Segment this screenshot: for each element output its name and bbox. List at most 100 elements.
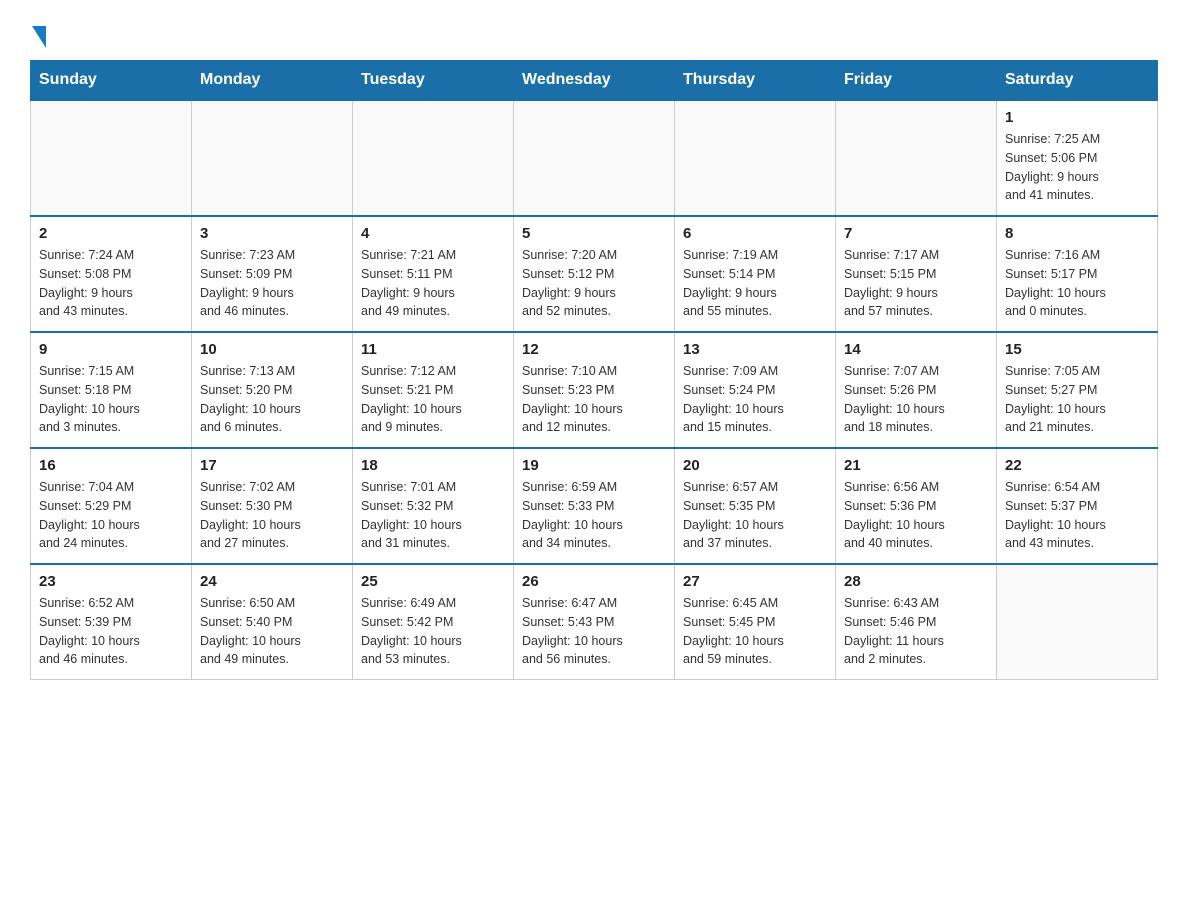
- day-header-friday: Friday: [836, 61, 997, 101]
- day-info: Sunrise: 7:23 AM Sunset: 5:09 PM Dayligh…: [200, 246, 344, 321]
- calendar-cell: 19 Sunrise: 6:59 AM Sunset: 5:33 PM Dayli…: [514, 448, 675, 564]
- calendar-cell: [31, 100, 192, 216]
- day-info: Sunrise: 7:24 AM Sunset: 5:08 PM Dayligh…: [39, 246, 183, 321]
- calendar-cell: 2 Sunrise: 7:24 AM Sunset: 5:08 PM Daylig…: [31, 216, 192, 332]
- day-info: Sunrise: 6:56 AM Sunset: 5:36 PM Dayligh…: [844, 478, 988, 553]
- day-header-monday: Monday: [192, 61, 353, 101]
- calendar-cell: 6 Sunrise: 7:19 AM Sunset: 5:14 PM Daylig…: [675, 216, 836, 332]
- calendar-cell: [836, 100, 997, 216]
- calendar-cell: 21 Sunrise: 6:56 AM Sunset: 5:36 PM Dayli…: [836, 448, 997, 564]
- page-header: [30, 20, 1158, 40]
- calendar-table: SundayMondayTuesdayWednesdayThursdayFrid…: [30, 60, 1158, 680]
- calendar-cell: 5 Sunrise: 7:20 AM Sunset: 5:12 PM Daylig…: [514, 216, 675, 332]
- week-row-5: 23Sunrise: 6:52 AM Sunset: 5:39 PM Dayli…: [31, 564, 1158, 680]
- day-header-sunday: Sunday: [31, 61, 192, 101]
- day-header-thursday: Thursday: [675, 61, 836, 101]
- day-number: 20: [683, 457, 827, 474]
- day-header-tuesday: Tuesday: [353, 61, 514, 101]
- day-number: 3: [200, 225, 344, 242]
- day-number: 9: [39, 341, 183, 358]
- day-info: Sunrise: 6:59 AM Sunset: 5:33 PM Dayligh…: [522, 478, 666, 553]
- day-info: Sunrise: 6:50 AM Sunset: 5:40 PM Dayligh…: [200, 594, 344, 669]
- day-info: Sunrise: 6:52 AM Sunset: 5:39 PM Dayligh…: [39, 594, 183, 669]
- day-info: Sunrise: 7:04 AM Sunset: 5:29 PM Dayligh…: [39, 478, 183, 553]
- day-number: 12: [522, 341, 666, 358]
- day-info: Sunrise: 7:17 AM Sunset: 5:15 PM Dayligh…: [844, 246, 988, 321]
- day-info: Sunrise: 7:13 AM Sunset: 5:20 PM Dayligh…: [200, 362, 344, 437]
- day-number: 1: [1005, 109, 1149, 126]
- day-number: 18: [361, 457, 505, 474]
- day-info: Sunrise: 7:15 AM Sunset: 5:18 PM Dayligh…: [39, 362, 183, 437]
- day-info: Sunrise: 6:57 AM Sunset: 5:35 PM Dayligh…: [683, 478, 827, 553]
- logo: [30, 20, 46, 40]
- week-row-3: 9 Sunrise: 7:15 AM Sunset: 5:18 PM Daylig…: [31, 332, 1158, 448]
- calendar-cell: 14 Sunrise: 7:07 AM Sunset: 5:26 PM Dayli…: [836, 332, 997, 448]
- day-info: Sunrise: 7:19 AM Sunset: 5:14 PM Dayligh…: [683, 246, 827, 321]
- calendar-cell: 20 Sunrise: 6:57 AM Sunset: 5:35 PM Dayli…: [675, 448, 836, 564]
- calendar-cell: 8 Sunrise: 7:16 AM Sunset: 5:17 PM Daylig…: [997, 216, 1158, 332]
- day-info: Sunrise: 7:20 AM Sunset: 5:12 PM Dayligh…: [522, 246, 666, 321]
- day-info: Sunrise: 6:45 AM Sunset: 5:45 PM Dayligh…: [683, 594, 827, 669]
- calendar-cell: 7 Sunrise: 7:17 AM Sunset: 5:15 PM Daylig…: [836, 216, 997, 332]
- day-number: 8: [1005, 225, 1149, 242]
- week-row-2: 2 Sunrise: 7:24 AM Sunset: 5:08 PM Daylig…: [31, 216, 1158, 332]
- calendar-cell: 27 Sunrise: 6:45 AM Sunset: 5:45 PM Dayli…: [675, 564, 836, 680]
- day-info: Sunrise: 6:43 AM Sunset: 5:46 PM Dayligh…: [844, 594, 988, 669]
- calendar-cell: 9 Sunrise: 7:15 AM Sunset: 5:18 PM Daylig…: [31, 332, 192, 448]
- calendar-cell: 16 Sunrise: 7:04 AM Sunset: 5:29 PM Dayli…: [31, 448, 192, 564]
- day-info: Sunrise: 7:01 AM Sunset: 5:32 PM Dayligh…: [361, 478, 505, 553]
- calendar-cell: 28 Sunrise: 6:43 AM Sunset: 5:46 PM Dayli…: [836, 564, 997, 680]
- day-info: Sunrise: 7:09 AM Sunset: 5:24 PM Dayligh…: [683, 362, 827, 437]
- day-number: 2: [39, 225, 183, 242]
- day-number: 10: [200, 341, 344, 358]
- day-header-wednesday: Wednesday: [514, 61, 675, 101]
- day-number: 15: [1005, 341, 1149, 358]
- day-info: Sunrise: 7:21 AM Sunset: 5:11 PM Dayligh…: [361, 246, 505, 321]
- week-row-1: 1Sunrise: 7:25 AM Sunset: 5:06 PM Daylig…: [31, 100, 1158, 216]
- calendar-cell: 11Sunrise: 7:12 AM Sunset: 5:21 PM Dayli…: [353, 332, 514, 448]
- day-number: 26: [522, 573, 666, 590]
- calendar-cell: 4 Sunrise: 7:21 AM Sunset: 5:11 PM Daylig…: [353, 216, 514, 332]
- day-info: Sunrise: 7:10 AM Sunset: 5:23 PM Dayligh…: [522, 362, 666, 437]
- day-number: 4: [361, 225, 505, 242]
- day-number: 21: [844, 457, 988, 474]
- calendar-cell: 24 Sunrise: 6:50 AM Sunset: 5:40 PM Dayli…: [192, 564, 353, 680]
- day-number: 7: [844, 225, 988, 242]
- calendar-cell: 10 Sunrise: 7:13 AM Sunset: 5:20 PM Dayli…: [192, 332, 353, 448]
- calendar-cell: 12 Sunrise: 7:10 AM Sunset: 5:23 PM Dayli…: [514, 332, 675, 448]
- day-number: 27: [683, 573, 827, 590]
- day-number: 11: [361, 341, 505, 358]
- day-number: 13: [683, 341, 827, 358]
- day-number: 24: [200, 573, 344, 590]
- day-info: Sunrise: 7:02 AM Sunset: 5:30 PM Dayligh…: [200, 478, 344, 553]
- day-number: 16: [39, 457, 183, 474]
- calendar-cell: 25Sunrise: 6:49 AM Sunset: 5:42 PM Dayli…: [353, 564, 514, 680]
- calendar-cell: 18 Sunrise: 7:01 AM Sunset: 5:32 PM Dayli…: [353, 448, 514, 564]
- week-row-4: 16 Sunrise: 7:04 AM Sunset: 5:29 PM Dayli…: [31, 448, 1158, 564]
- day-info: Sunrise: 6:47 AM Sunset: 5:43 PM Dayligh…: [522, 594, 666, 669]
- day-number: 22: [1005, 457, 1149, 474]
- day-info: Sunrise: 7:05 AM Sunset: 5:27 PM Dayligh…: [1005, 362, 1149, 437]
- logo-arrow-icon: [32, 26, 46, 48]
- day-info: Sunrise: 7:16 AM Sunset: 5:17 PM Dayligh…: [1005, 246, 1149, 321]
- day-number: 19: [522, 457, 666, 474]
- calendar-cell: 1Sunrise: 7:25 AM Sunset: 5:06 PM Daylig…: [997, 100, 1158, 216]
- day-number: 5: [522, 225, 666, 242]
- calendar-cell: 3 Sunrise: 7:23 AM Sunset: 5:09 PM Daylig…: [192, 216, 353, 332]
- day-header-saturday: Saturday: [997, 61, 1158, 101]
- calendar-cell: [997, 564, 1158, 680]
- day-info: Sunrise: 7:07 AM Sunset: 5:26 PM Dayligh…: [844, 362, 988, 437]
- day-number: 14: [844, 341, 988, 358]
- day-number: 6: [683, 225, 827, 242]
- calendar-cell: [353, 100, 514, 216]
- calendar-cell: [675, 100, 836, 216]
- calendar-cell: 15 Sunrise: 7:05 AM Sunset: 5:27 PM Dayli…: [997, 332, 1158, 448]
- day-number: 28: [844, 573, 988, 590]
- day-number: 17: [200, 457, 344, 474]
- calendar-cell: 22 Sunrise: 6:54 AM Sunset: 5:37 PM Dayli…: [997, 448, 1158, 564]
- day-info: Sunrise: 6:54 AM Sunset: 5:37 PM Dayligh…: [1005, 478, 1149, 553]
- calendar-cell: [192, 100, 353, 216]
- calendar-cell: [514, 100, 675, 216]
- calendar-cell: 26 Sunrise: 6:47 AM Sunset: 5:43 PM Dayli…: [514, 564, 675, 680]
- calendar-header-row: SundayMondayTuesdayWednesdayThursdayFrid…: [31, 61, 1158, 101]
